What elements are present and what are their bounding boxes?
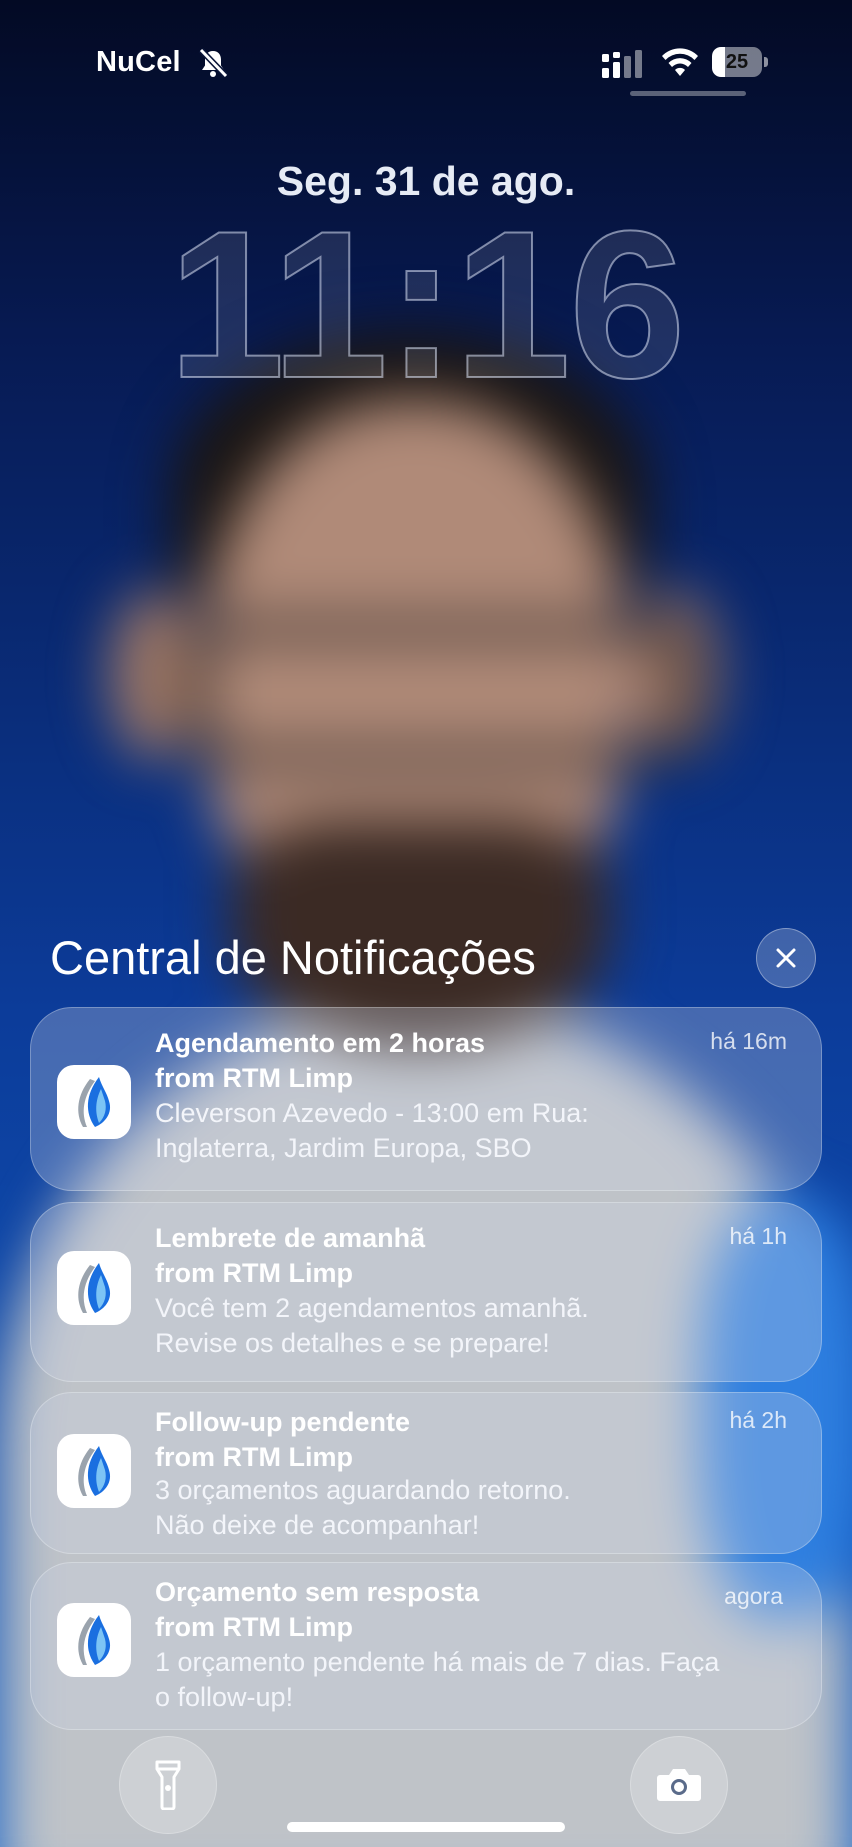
notification-card[interactable]: Follow-up pendente from RTM Limp 3 orçam… (30, 1392, 822, 1554)
notification-body-line2: o follow-up! (155, 1682, 294, 1712)
camera-button[interactable] (630, 1736, 728, 1834)
battery-icon: 25 (712, 47, 768, 77)
camera-icon (657, 1769, 701, 1801)
notification-card[interactable]: Agendamento em 2 horas from RTM Limp Cle… (30, 1007, 822, 1191)
notification-time: há 1h (729, 1223, 787, 1249)
clear-notifications-button[interactable] (756, 928, 816, 988)
notification-title-line2: from RTM Limp (155, 1063, 353, 1093)
wallpaper-glasses (190, 620, 696, 766)
notification-body: Cleverson Azevedo - 13:00 em Rua: Inglat… (155, 1096, 785, 1166)
notification-time: há 16m (710, 1028, 787, 1054)
notification-time: há 2h (729, 1407, 787, 1433)
notification-body-line2: Não deixe de acompanhar! (155, 1510, 480, 1540)
wallpaper-ear-left (110, 590, 200, 760)
bell-slash-icon (198, 47, 229, 79)
notification-body-line1: Cleverson Azevedo - 13:00 em Rua: (155, 1098, 589, 1128)
battery-body: 25 (712, 47, 762, 77)
home-indicator[interactable] (287, 1822, 565, 1832)
notification-title-line2: from RTM Limp (155, 1258, 353, 1288)
notification-title-line2: from RTM Limp (155, 1442, 353, 1472)
notification-title: Follow-up pendente from RTM Limp (155, 1405, 695, 1475)
notification-title-line1: Agendamento em 2 horas (155, 1028, 486, 1058)
notification-title: Agendamento em 2 horas from RTM Limp (155, 1026, 695, 1096)
notification-body-line2: Revise os detalhes e se prepare! (155, 1328, 550, 1358)
carrier-name: NuCel (96, 46, 181, 78)
notification-body-line1: Você tem 2 agendamentos amanhã. (155, 1293, 589, 1323)
notification-card[interactable]: Lembrete de amanhã from RTM Limp Você te… (30, 1202, 822, 1382)
flashlight-icon (155, 1760, 181, 1810)
lock-clock[interactable]: 11:16 (0, 194, 852, 416)
notification-title-line1: Orçamento sem resposta (155, 1577, 480, 1607)
notification-body-line1: 3 orçamentos aguardando retorno. (155, 1475, 571, 1505)
status-bar: NuCel 25 (0, 0, 852, 130)
wifi-icon (662, 48, 698, 76)
rtm-limp-app-icon (57, 1434, 131, 1508)
notification-body-line2: Inglaterra, Jardim Europa, SBO (155, 1133, 532, 1163)
notification-title-line2: from RTM Limp (155, 1612, 353, 1642)
lock-screen-page-indicator[interactable] (630, 91, 746, 96)
notification-title: Orçamento sem resposta from RTM Limp (155, 1575, 695, 1645)
notification-title-line1: Follow-up pendente (155, 1407, 410, 1437)
battery-level: 25 (725, 51, 749, 73)
notification-center-title: Central de Notificações (50, 931, 536, 984)
cellular-signal-icon (602, 50, 642, 78)
battery-tip (764, 57, 768, 67)
rtm-limp-app-icon (57, 1603, 131, 1677)
notification-body: 1 orçamento pendente há mais de 7 dias. … (155, 1645, 785, 1715)
rtm-limp-app-icon (57, 1065, 131, 1139)
notification-title-line1: Lembrete de amanhã (155, 1223, 426, 1253)
notification-body-line1: 1 orçamento pendente há mais de 7 dias. … (155, 1647, 720, 1677)
rtm-limp-app-icon (57, 1251, 131, 1325)
notification-title: Lembrete de amanhã from RTM Limp (155, 1221, 695, 1291)
notification-time: agora (724, 1583, 783, 1609)
flashlight-button[interactable] (119, 1736, 217, 1834)
notification-card[interactable]: Orçamento sem resposta from RTM Limp 1 o… (30, 1562, 822, 1730)
notification-body: 3 orçamentos aguardando retorno. Não dei… (155, 1473, 785, 1543)
close-icon (776, 948, 796, 968)
notification-body: Você tem 2 agendamentos amanhã. Revise o… (155, 1291, 785, 1361)
